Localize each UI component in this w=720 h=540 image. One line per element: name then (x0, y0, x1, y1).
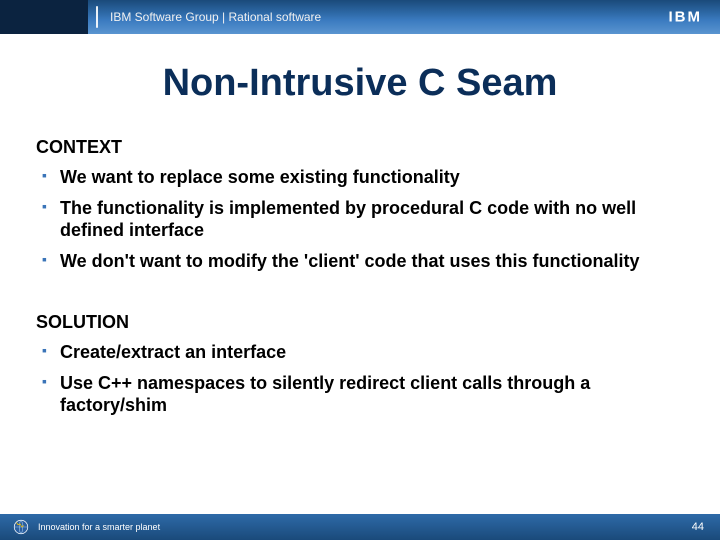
list-item: We don't want to modify the 'client' cod… (42, 250, 684, 273)
section-heading-solution: SOLUTION (36, 312, 684, 333)
solution-list: Create/extract an interface Use C++ name… (36, 341, 684, 417)
slide-title: Non-Intrusive C Seam (0, 62, 720, 105)
logo-text: IBM (669, 9, 703, 26)
globe-icon (12, 518, 30, 536)
header-bar: IBM Software Group | Rational software I… (0, 0, 720, 34)
slide-body: CONTEXT We want to replace some existing… (0, 133, 720, 540)
list-item: Create/extract an interface (42, 341, 684, 364)
header-left-block (0, 0, 88, 34)
footer-tagline: Innovation for a smarter planet (38, 522, 692, 532)
list-item: We want to replace some existing functio… (42, 166, 684, 189)
header-title: IBM Software Group | Rational software (110, 10, 321, 24)
list-item: Use C++ namespaces to silently redirect … (42, 372, 684, 417)
page-number: 44 (692, 521, 704, 533)
header-divider (96, 6, 98, 28)
footer-bar: Innovation for a smarter planet 44 (0, 514, 720, 540)
ibm-logo: IBM (669, 9, 703, 26)
list-item: The functionality is implemented by proc… (42, 197, 684, 242)
context-list: We want to replace some existing functio… (36, 166, 684, 272)
slide: IBM Software Group | Rational software I… (0, 0, 720, 540)
section-heading-context: CONTEXT (36, 137, 684, 158)
